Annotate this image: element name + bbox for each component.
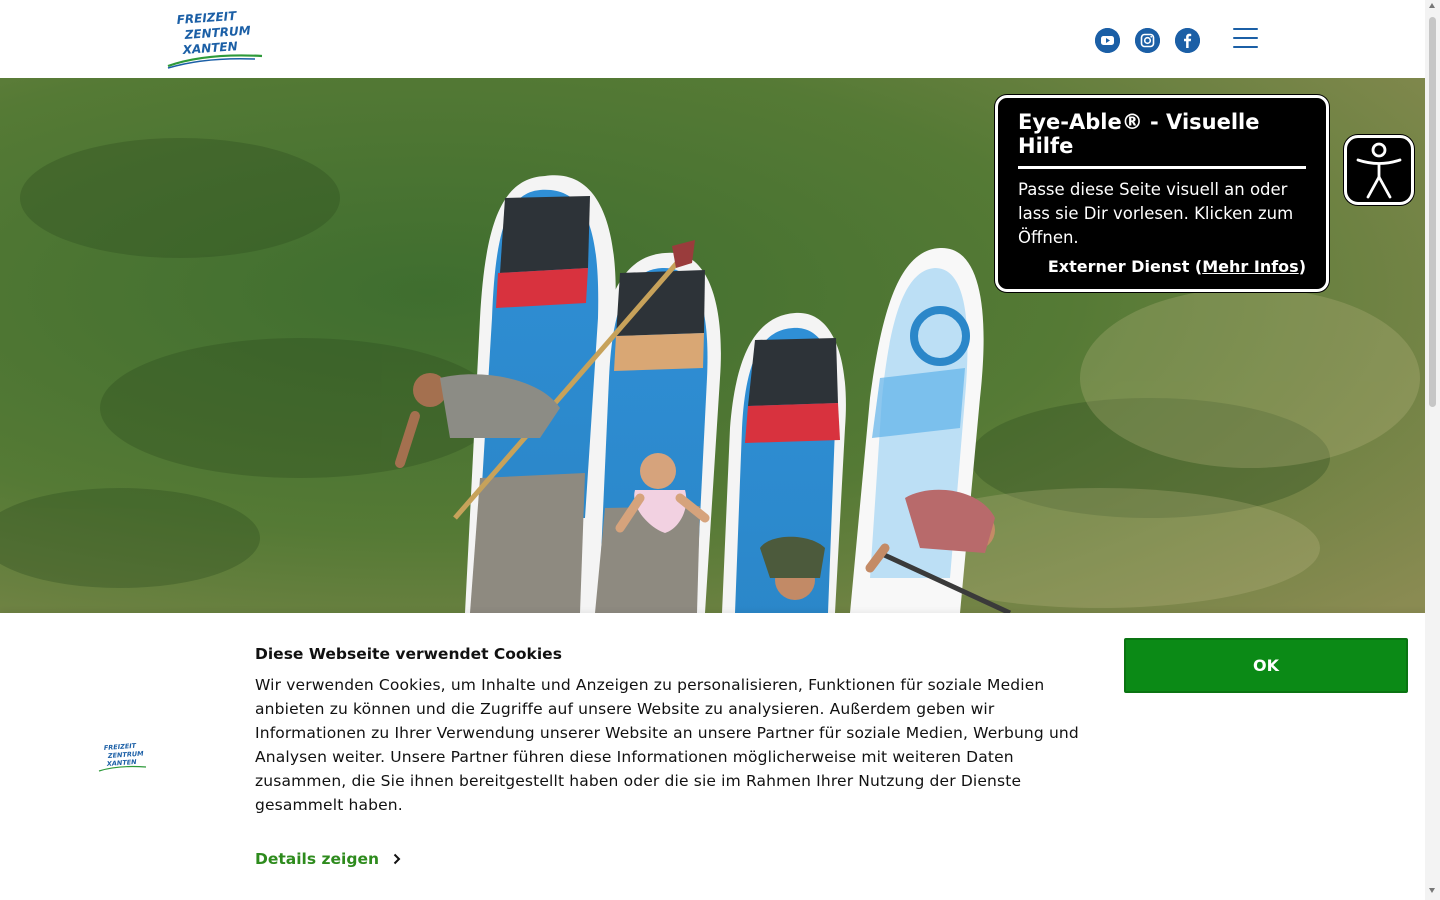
cookie-description: Wir verwenden Cookies, um Inhalte und An… — [255, 676, 1079, 814]
svg-text:ZENTRUM: ZENTRUM — [183, 23, 251, 42]
eye-able-title: Eye-Able® - Visuelle Hilfe — [1018, 110, 1306, 169]
chevron-right-icon — [393, 853, 401, 865]
eye-able-external-note: Externer Dienst (Mehr Infos) — [1018, 257, 1306, 276]
mehr-infos-link[interactable]: Mehr Infos — [1202, 257, 1298, 276]
scroll-down-arrow-icon[interactable] — [1429, 888, 1435, 893]
details-zeigen-label: Details zeigen — [255, 850, 379, 868]
eye-able-button[interactable] — [1344, 135, 1414, 205]
accessibility-person-icon — [1356, 142, 1402, 199]
facebook-icon[interactable] — [1175, 28, 1200, 53]
svg-text:XANTEN: XANTEN — [181, 39, 238, 57]
instagram-icon[interactable] — [1135, 28, 1160, 53]
ok-button[interactable]: OK — [1124, 638, 1408, 693]
cookie-banner-logo: FREIZEIT ZENTRUM XANTEN — [98, 742, 147, 772]
site-header: FREIZEIT ZENTRUM XANTEN — [0, 0, 1425, 78]
youtube-icon[interactable] — [1095, 28, 1120, 53]
eye-able-description: Passe diese Seite visuell an oder lass s… — [1018, 180, 1294, 247]
scroll-up-arrow-icon[interactable] — [1429, 3, 1435, 8]
eye-able-external-suffix: ) — [1298, 257, 1306, 276]
freizeitzentrum-xanten-logo[interactable]: FREIZEIT ZENTRUM XANTEN — [165, 8, 265, 70]
cookie-title: Diese Webseite verwendet Cookies — [255, 645, 562, 663]
details-zeigen-link[interactable]: Details zeigen — [255, 850, 401, 868]
hamburger-menu-icon[interactable] — [1233, 28, 1258, 50]
eye-able-tooltip[interactable]: Eye-Able® - Visuelle Hilfe Passe diese S… — [995, 95, 1329, 292]
cookie-banner: FREIZEIT ZENTRUM XANTEN Diese Webseite v… — [0, 613, 1425, 900]
scrollbar-thumb[interactable] — [1429, 17, 1436, 407]
eye-able-external-prefix: Externer Dienst ( — [1047, 257, 1203, 276]
page-scrollbar[interactable] — [1425, 0, 1440, 900]
